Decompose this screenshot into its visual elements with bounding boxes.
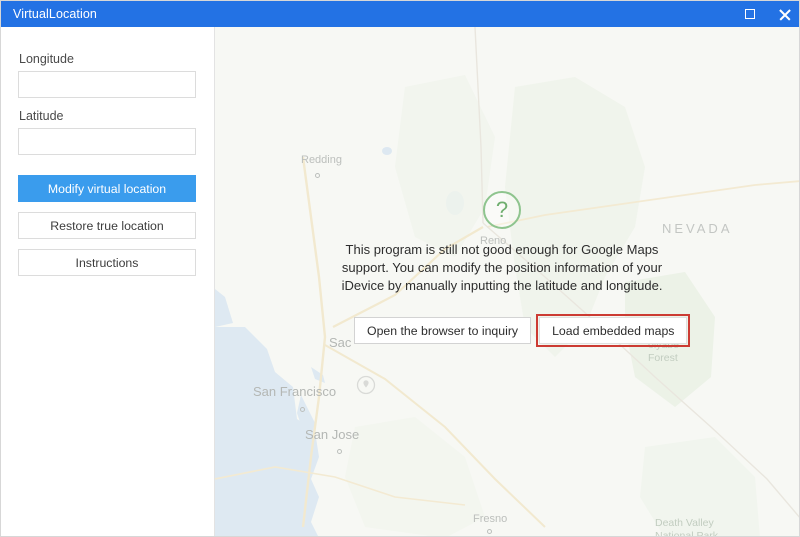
- window-controls: [733, 1, 799, 27]
- maximize-icon: [745, 9, 755, 19]
- instructions-button[interactable]: Instructions: [18, 249, 196, 276]
- latitude-input[interactable]: [18, 128, 196, 155]
- longitude-input[interactable]: [18, 71, 196, 98]
- maximize-button[interactable]: [733, 1, 767, 27]
- dialog-actions: Open the browser to inquiry Load embedde…: [354, 314, 691, 347]
- restore-true-location-button[interactable]: Restore true location: [18, 212, 196, 239]
- notice-dialog: ? This program is still not good enough …: [337, 191, 691, 347]
- load-embedded-maps-button[interactable]: Load embedded maps: [536, 314, 691, 347]
- window-title: VirtualLocation: [13, 7, 97, 21]
- close-icon: [778, 8, 791, 21]
- modify-virtual-location-button[interactable]: Modify virtual location: [18, 175, 196, 202]
- dialog-message: This program is still not good enough fo…: [341, 242, 663, 293]
- sidebar-panel: Longitude Latitude Modify virtual locati…: [1, 27, 215, 536]
- question-mark-icon: ?: [483, 191, 521, 229]
- longitude-label: Longitude: [19, 52, 74, 66]
- open-browser-to-inquiry-button[interactable]: Open the browser to inquiry: [354, 317, 532, 344]
- virtual-location-window: VirtualLocation Longitude Latitude Modif…: [0, 0, 800, 537]
- latitude-label: Latitude: [19, 109, 64, 123]
- title-bar: VirtualLocation: [1, 1, 799, 27]
- close-button[interactable]: [767, 1, 799, 27]
